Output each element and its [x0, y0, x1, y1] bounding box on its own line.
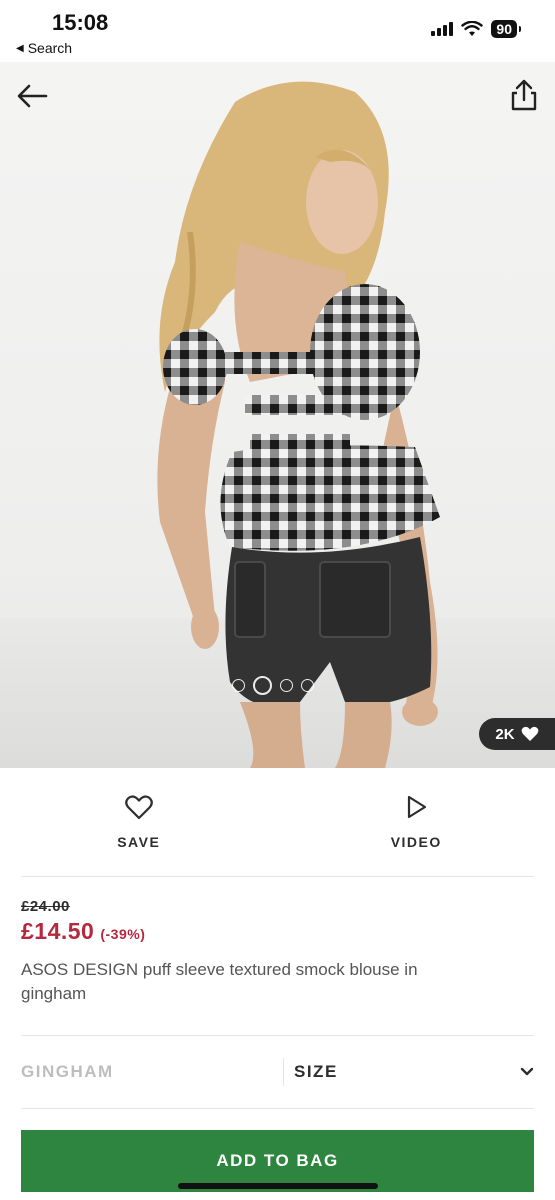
- cellular-signal-icon: [431, 22, 454, 36]
- status-indicators: 90: [431, 20, 521, 38]
- status-bar: 15:08 ◀ Search 90: [0, 0, 555, 62]
- carousel-dot[interactable]: [301, 679, 314, 692]
- battery-indicator: 90: [491, 20, 521, 38]
- divider: [21, 876, 534, 877]
- chevron-down-icon: [520, 1067, 534, 1076]
- back-arrow-icon[interactable]: [14, 80, 50, 112]
- share-icon[interactable]: [509, 78, 539, 112]
- variant-selectors: GINGHAM SIZE: [21, 1046, 534, 1098]
- back-app-label: Search: [27, 40, 73, 56]
- size-dropdown[interactable]: SIZE: [284, 1062, 534, 1082]
- divider: [21, 1035, 534, 1036]
- product-photo: [157, 81, 440, 768]
- carousel-dot[interactable]: [232, 679, 245, 692]
- carousel-dot[interactable]: [280, 679, 293, 692]
- save-label: SAVE: [117, 834, 161, 850]
- video-label: VIDEO: [390, 834, 442, 850]
- discount-badge: (-39%): [100, 926, 146, 942]
- home-indicator[interactable]: [178, 1183, 378, 1189]
- play-icon: [408, 795, 427, 819]
- heart-filled-icon: [521, 726, 538, 741]
- colour-value: GINGHAM: [21, 1062, 114, 1081]
- status-time: 15:08: [52, 10, 109, 35]
- back-to-app-link[interactable]: ◀ Search: [16, 40, 72, 56]
- divider: [21, 1108, 534, 1109]
- price-line: £14.50 (-39%): [21, 918, 145, 945]
- back-triangle-icon: ◀: [16, 42, 24, 54]
- product-image-carousel[interactable]: 2K: [0, 62, 555, 768]
- video-button[interactable]: VIDEO: [278, 768, 555, 876]
- product-title: ASOS DESIGN puff sleeve textured smock b…: [21, 960, 418, 1003]
- save-button[interactable]: SAVE: [0, 768, 278, 876]
- product-actions: SAVE VIDEO: [0, 768, 555, 876]
- carousel-dots: [232, 676, 314, 695]
- current-price: £14.50: [21, 918, 95, 944]
- size-label: SIZE: [294, 1062, 338, 1081]
- wifi-icon: [461, 21, 484, 36]
- likes-count: 2K: [495, 725, 515, 743]
- was-price: £24.00: [21, 898, 70, 915]
- carousel-dot-active[interactable]: [253, 676, 272, 695]
- likes-badge: 2K: [479, 718, 555, 750]
- heart-icon: [124, 795, 153, 820]
